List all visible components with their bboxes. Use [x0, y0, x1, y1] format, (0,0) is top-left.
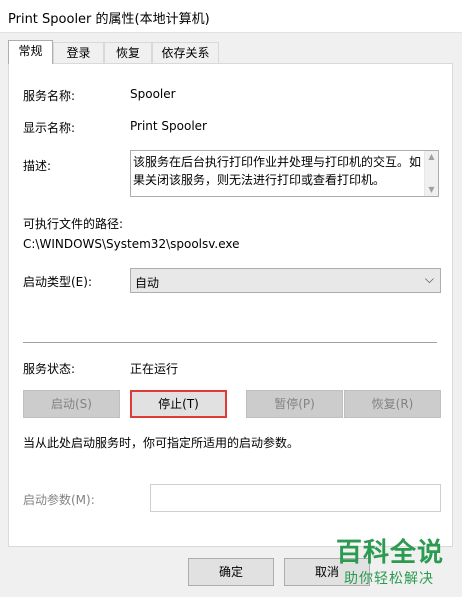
status-value: 正在运行 — [130, 362, 179, 376]
pause-button[interactable]: 暂停(P) — [246, 390, 343, 418]
startup-type-value: 自动 — [135, 276, 160, 290]
startup-type-select[interactable]: 自动 ⌵ — [130, 268, 441, 293]
tab-general[interactable]: 常规 — [8, 40, 53, 64]
tab-logon[interactable]: 登录 — [53, 42, 104, 63]
start-button[interactable]: 启动(S) — [23, 390, 120, 418]
scroll-down-icon[interactable]: ▼ — [425, 184, 438, 196]
display-name-label: 显示名称: — [23, 121, 76, 135]
exe-path-value: C:\WINDOWS\System32\spoolsv.exe — [23, 237, 240, 251]
description-box[interactable]: 该服务在后台执行打印作业并处理与打印机的交互。如果关闭该服务，则无法进行打印或查… — [130, 150, 439, 197]
start-params-hint: 当从此处启动服务时，你可指定所适用的启动参数。 — [23, 436, 300, 450]
exe-path-label: 可执行文件的路径: — [23, 217, 124, 231]
description-label: 描述: — [23, 159, 52, 173]
start-params-input[interactable] — [150, 484, 441, 512]
description-scrollbar[interactable]: ▲ ▼ — [424, 151, 438, 196]
resume-button[interactable]: 恢复(R) — [344, 390, 441, 418]
status-label: 服务状态: — [23, 362, 76, 376]
divider — [23, 342, 437, 343]
chevron-down-icon: ⌵ — [424, 272, 434, 286]
display-name-value: Print Spooler — [130, 119, 207, 133]
startup-type-label: 启动类型(E): — [23, 275, 92, 289]
window-title: Print Spooler 的属性(本地计算机) — [8, 12, 210, 27]
service-name-label: 服务名称: — [23, 89, 76, 103]
tab-dependencies[interactable]: 依存关系 — [152, 42, 219, 63]
general-panel: 服务名称: Spooler 显示名称: Print Spooler 描述: 该服… — [8, 63, 453, 547]
watermark-title: 百科全说 — [336, 538, 445, 568]
description-text: 该服务在后台执行打印作业并处理与打印机的交互。如果关闭该服务，则无法进行打印或查… — [133, 155, 422, 187]
tab-recovery[interactable]: 恢复 — [104, 42, 152, 63]
stop-button[interactable]: 停止(T) — [130, 390, 227, 418]
watermark-logo: 百科全说 助你轻松解决 — [330, 530, 462, 597]
ok-button[interactable]: 确定 — [188, 558, 274, 586]
watermark-subtitle: 助你轻松解决 — [344, 571, 434, 587]
scroll-up-icon[interactable]: ▲ — [425, 151, 438, 163]
start-params-label: 启动参数(M): — [23, 493, 95, 507]
title-bar: Print Spooler 的属性(本地计算机) — [0, 0, 462, 33]
service-name-value: Spooler — [130, 87, 176, 101]
